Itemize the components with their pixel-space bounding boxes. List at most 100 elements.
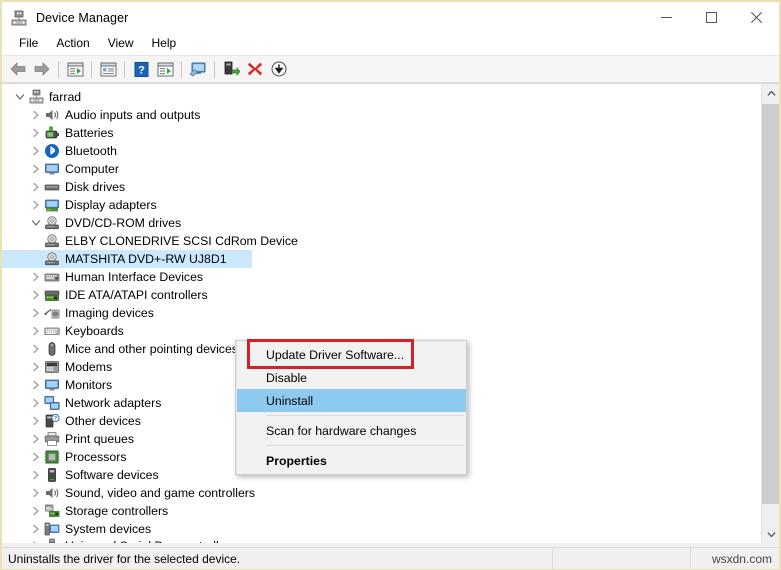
tree-node-label: Modems	[65, 360, 113, 374]
chevron-right-icon[interactable]	[28, 161, 44, 177]
chevron-right-icon[interactable]	[28, 431, 44, 447]
chevron-right-icon[interactable]	[28, 143, 44, 159]
menu-help[interactable]: Help	[143, 34, 186, 54]
tree-node-batteries[interactable]: Batteries	[2, 124, 761, 142]
tree-node-bluetooth[interactable]: Bluetooth	[2, 142, 761, 160]
chevron-right-icon[interactable]	[28, 323, 44, 339]
tree-node-dvd-cd-rom-drives[interactable]: DVD/CD-ROM drives	[2, 214, 761, 232]
chevron-right-icon[interactable]	[28, 503, 44, 519]
tree-node-label: farrad	[49, 90, 82, 104]
console-tree-icon[interactable]	[63, 58, 87, 81]
chevron-right-icon[interactable]	[28, 179, 44, 195]
update-driver-icon[interactable]	[153, 58, 177, 81]
menu-file[interactable]: File	[10, 34, 47, 54]
context-menu-item-scan-for-hardware-changes[interactable]: Scan for hardware changes	[236, 419, 466, 442]
chevron-right-icon[interactable]	[28, 395, 44, 411]
storage-controller-icon	[44, 503, 60, 519]
maximize-button[interactable]	[689, 2, 734, 33]
tree-node-ide-ata-atapi-controllers[interactable]: IDE ATA/ATAPI controllers	[2, 286, 761, 304]
chevron-right-icon[interactable]	[28, 538, 44, 543]
scrollbar-track[interactable]	[762, 102, 779, 525]
tree-node-storage-controllers[interactable]: Storage controllers	[2, 502, 761, 520]
scrollbar-thumb[interactable]	[762, 104, 779, 504]
tree-node-label: Computer	[65, 162, 119, 176]
chevron-right-icon[interactable]	[28, 449, 44, 465]
minimize-button[interactable]	[644, 2, 689, 33]
toolbar-separator-4	[181, 60, 182, 78]
device-manager-window: Device Manager File Action View Help ? f…	[0, 0, 781, 570]
chevron-down-icon[interactable]	[12, 89, 28, 105]
down-arrow-circle-icon[interactable]	[267, 58, 291, 81]
context-menu-item-uninstall[interactable]: Uninstall	[236, 389, 466, 412]
chevron-right-icon[interactable]	[28, 521, 44, 537]
help-question-icon[interactable]: ?	[129, 58, 153, 81]
tree-node-display-adapters[interactable]: Display adapters	[2, 196, 761, 214]
chevron-right-icon[interactable]	[28, 269, 44, 285]
tree-node-keyboards[interactable]: Keyboards	[2, 322, 761, 340]
tree-node-label: Processors	[65, 450, 127, 464]
status-bar: Uninstalls the driver for the selected d…	[2, 547, 779, 569]
back-arrow-icon[interactable]	[6, 58, 30, 81]
enable-device-icon[interactable]	[219, 58, 243, 81]
scroll-down-button[interactable]	[762, 525, 779, 543]
tree-node-label: Print queues	[65, 432, 135, 446]
tree-node-audio-inputs-and-outputs[interactable]: Audio inputs and outputs	[2, 106, 761, 124]
context-menu-item-update-driver-software[interactable]: Update Driver Software...	[236, 343, 466, 366]
chevron-right-icon[interactable]	[28, 341, 44, 357]
tree-node-elby-clonedrive-scsi-cdrom-device[interactable]: ELBY CLONEDRIVE SCSI CdRom Device	[2, 232, 761, 250]
tree-node-label: MATSHITA DVD+-RW UJ8D1	[65, 252, 227, 266]
context-menu-separator-2	[266, 445, 464, 446]
tree-node-system-devices[interactable]: System devices	[2, 520, 761, 538]
battery-icon	[44, 125, 60, 141]
tree-node-label: Bluetooth	[65, 144, 117, 158]
svg-text:?: ?	[54, 416, 57, 422]
chevron-right-icon[interactable]	[28, 413, 44, 429]
context-menu-item-disable[interactable]: Disable	[236, 366, 466, 389]
tree-node-root[interactable]: farrad	[2, 88, 761, 106]
tree-node-imaging-devices[interactable]: Imaging devices	[2, 304, 761, 322]
chevron-right-icon[interactable]	[28, 125, 44, 141]
vertical-scrollbar[interactable]	[761, 84, 779, 543]
display-adapter-icon	[44, 197, 60, 213]
scroll-up-button[interactable]	[762, 84, 779, 102]
chevron-right-icon[interactable]	[28, 485, 44, 501]
tree-node-universal-serial-bus-controllers[interactable]: Universal Serial Bus controllers	[2, 538, 761, 543]
computer-root-icon	[28, 89, 44, 105]
chevron-right-icon[interactable]	[28, 467, 44, 483]
title-bar-left: Device Manager	[2, 10, 128, 26]
optical-drive-icon	[44, 233, 60, 249]
title-bar: Device Manager	[2, 2, 779, 33]
optical-drive-icon	[44, 251, 60, 267]
bluetooth-icon	[44, 143, 60, 159]
chevron-right-icon[interactable]	[28, 287, 44, 303]
tree-node-human-interface-devices[interactable]: Human Interface Devices	[2, 268, 761, 286]
chevron-right-icon[interactable]	[28, 359, 44, 375]
tree-node-disk-drives[interactable]: Disk drives	[2, 178, 761, 196]
toolbar-separator-5	[214, 60, 215, 78]
chevron-right-icon[interactable]	[28, 107, 44, 123]
tree-node-computer[interactable]: Computer	[2, 160, 761, 178]
properties-icon[interactable]	[96, 58, 120, 81]
toolbar-separator-1	[58, 60, 59, 78]
tree-node-matshita-dvd-rw-uj8d1[interactable]: MATSHITA DVD+-RW UJ8D1	[2, 250, 252, 268]
tree-node-sound-video-and-game-controllers[interactable]: Sound, video and game controllers	[2, 484, 761, 502]
tree-node-label: Network adapters	[65, 396, 162, 410]
menu-action[interactable]: Action	[47, 34, 98, 54]
toolbar-separator-2	[91, 60, 92, 78]
context-menu-item-properties[interactable]: Properties	[236, 449, 466, 472]
chevron-right-icon[interactable]	[28, 377, 44, 393]
scan-monitor-icon[interactable]	[186, 58, 210, 81]
chevron-down-icon[interactable]	[28, 215, 44, 231]
red-x-icon[interactable]	[243, 58, 267, 81]
chevron-right-icon[interactable]	[28, 197, 44, 213]
device-manager-icon	[11, 10, 27, 26]
speaker-icon	[44, 485, 60, 501]
window-controls	[644, 2, 779, 33]
tree-node-label: Human Interface Devices	[65, 270, 204, 284]
close-button[interactable]	[734, 2, 779, 33]
printer-icon	[44, 431, 60, 447]
imaging-device-icon	[44, 305, 60, 321]
chevron-right-icon[interactable]	[28, 305, 44, 321]
menu-view[interactable]: View	[99, 34, 143, 54]
forward-arrow-icon[interactable]	[30, 58, 54, 81]
